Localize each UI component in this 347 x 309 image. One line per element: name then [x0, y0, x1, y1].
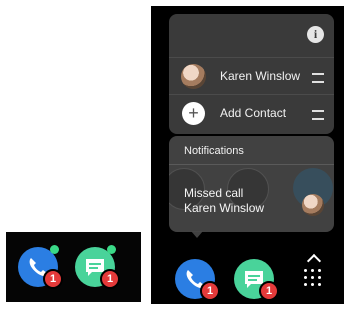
app-drawer-button[interactable]: [303, 253, 327, 292]
notification-message[interactable]: Missed call Karen Winslow: [184, 186, 264, 216]
app-grid-icon: [304, 269, 324, 289]
info-icon[interactable]: i: [307, 26, 324, 43]
chevron-up-icon: [306, 253, 322, 269]
avatar: [302, 194, 324, 216]
phone-indicator-dot: [50, 245, 59, 254]
phone-badge: 1: [200, 281, 220, 301]
drag-handle-icon[interactable]: [312, 110, 324, 120]
messages-app-icon[interactable]: 1: [75, 245, 120, 289]
plus-icon: +: [182, 102, 205, 125]
phone-badge: 1: [43, 269, 63, 289]
add-contact-label: Add Contact: [220, 106, 287, 120]
left-dock: 1 1: [6, 232, 141, 302]
messages-badge: 1: [100, 269, 120, 289]
messages-indicator-dot: [107, 245, 116, 254]
notifications-card[interactable]: Notifications Missed call Karen Winslow: [169, 136, 334, 232]
phone-app-icon[interactable]: 1: [175, 259, 220, 301]
contact-shortcuts-card: i Karen Winslow + Add Contact: [169, 14, 334, 134]
drag-handle-icon[interactable]: [312, 73, 324, 83]
contact-name: Karen Winslow: [220, 69, 301, 83]
divider: [169, 164, 334, 165]
phone-screen: i Karen Winslow + Add Contact Notificati…: [151, 6, 344, 304]
shortcut-row-karen[interactable]: Karen Winslow: [169, 57, 334, 94]
popup-pointer: [191, 231, 203, 238]
notification-line-1: Missed call: [184, 186, 244, 200]
notification-line-2: Karen Winslow: [184, 201, 265, 215]
shortcut-row-add-contact[interactable]: + Add Contact: [169, 94, 334, 131]
phone-app-icon[interactable]: 1: [18, 245, 63, 289]
messages-app-icon[interactable]: 1: [234, 259, 279, 301]
notifications-title: Notifications: [184, 145, 244, 157]
messages-badge: 1: [259, 281, 279, 301]
avatar: [181, 64, 206, 89]
